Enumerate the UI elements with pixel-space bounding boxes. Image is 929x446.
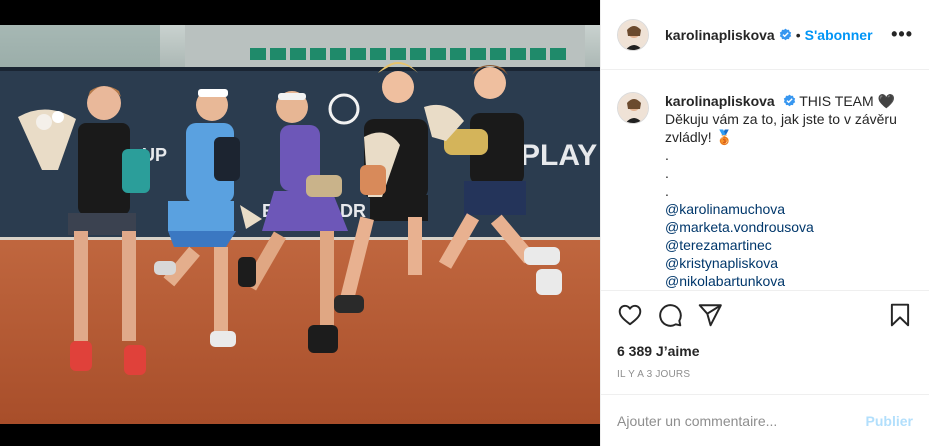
header-username[interactable]: karolinapliskova [665, 27, 775, 43]
caption-text: karolinapliskova THIS TEAM 🖤 Děkuju vám … [665, 92, 913, 290]
comment-bar: Publier [601, 394, 929, 446]
profile-picture [618, 93, 648, 123]
post-timestamp[interactable]: IL Y A 3 JOURS [617, 369, 913, 380]
profile-picture [618, 19, 648, 50]
post-media: PLAY EN DR UP [0, 0, 600, 446]
caption-dot-line: . [665, 165, 669, 181]
follow-button[interactable]: S'abonner [805, 27, 873, 43]
mention-link[interactable]: @karolinamuchova [665, 200, 913, 218]
paper-plane-icon[interactable] [697, 302, 723, 328]
caption-line-1: THIS TEAM 🖤 [799, 93, 895, 109]
banner-text-play: PLAY [520, 139, 597, 172]
tennis-team-photo: PLAY EN DR UP [0, 25, 600, 424]
post-actions: 6 389 J’aime IL Y A 3 JOURS [601, 290, 929, 380]
post-header: karolinapliskova • S'abonner ••• [601, 0, 929, 70]
caption-dot-line: . [665, 183, 669, 199]
caption-area: karolinapliskova THIS TEAM 🖤 Děkuju vám … [601, 70, 929, 290]
more-options-icon[interactable]: ••• [891, 24, 913, 45]
publish-button[interactable]: Publier [866, 413, 913, 429]
verified-badge-icon [779, 28, 791, 41]
comment-input[interactable] [617, 412, 866, 429]
mention-link[interactable]: @terezamartinec [665, 236, 913, 254]
post-sidebar: karolinapliskova • S'abonner ••• karolin… [600, 0, 929, 446]
caption-username[interactable]: karolinapliskova [665, 93, 775, 109]
avatar[interactable] [617, 18, 649, 51]
heart-icon[interactable] [617, 302, 643, 328]
caption-avatar[interactable] [617, 92, 649, 124]
instagram-post: PLAY EN DR UP [0, 0, 929, 446]
mention-link[interactable]: @marketa.vondrousova [665, 218, 913, 236]
caption-dot-line: . [665, 147, 669, 163]
post-photo[interactable]: PLAY EN DR UP [0, 25, 600, 424]
caption-line-2: Děkuju vám za to, jak jste to v závěru z… [665, 111, 897, 145]
separator-dot: • [795, 26, 801, 43]
mention-link[interactable]: @nikolabartunkova [665, 272, 913, 290]
mention-link[interactable]: @kristynapliskova [665, 254, 913, 272]
comment-icon[interactable] [657, 302, 683, 328]
likes-count[interactable]: 6 389 J’aime [617, 343, 913, 359]
action-icons [617, 301, 913, 329]
verified-badge-icon [783, 94, 795, 107]
bookmark-icon[interactable] [887, 302, 913, 328]
